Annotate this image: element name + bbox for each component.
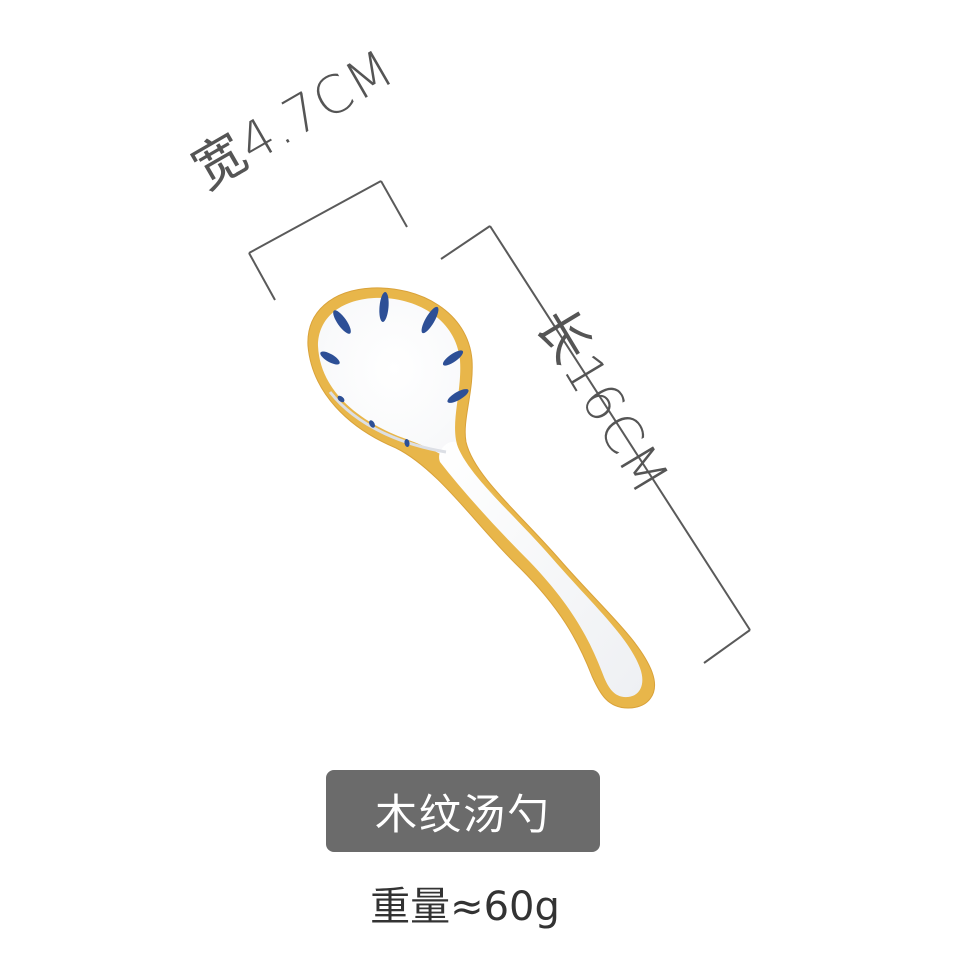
product-image: 宽4.7CM 长16CM 木纹汤勺 重量≈60g xyxy=(0,0,968,968)
product-name: 木纹汤勺 xyxy=(374,789,551,839)
product-name-badge: 木纹汤勺 xyxy=(326,770,600,852)
weight-label: 重量≈60g xyxy=(370,884,560,930)
width-dimension-bracket xyxy=(248,180,408,301)
